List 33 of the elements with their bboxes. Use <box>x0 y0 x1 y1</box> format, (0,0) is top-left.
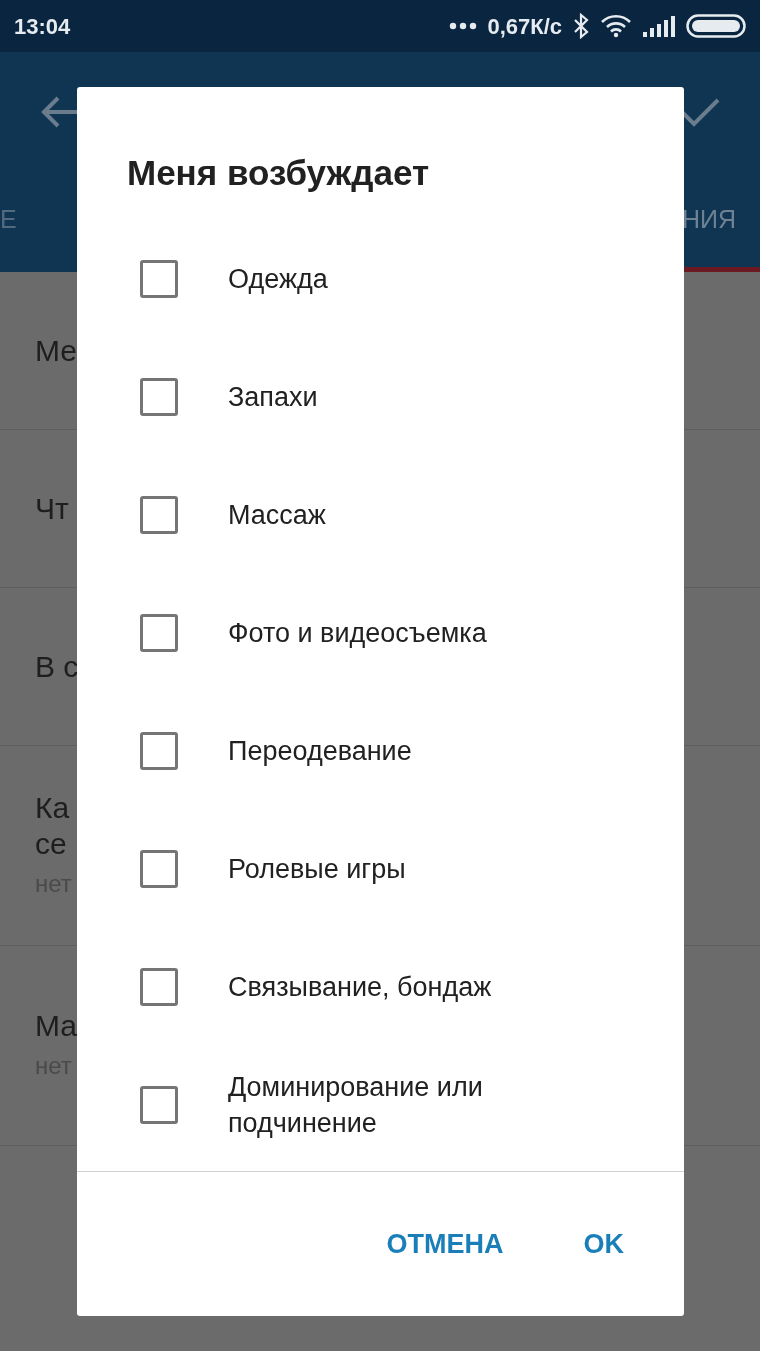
dialog-title: Меня возбуждает <box>126 152 431 194</box>
option-label: Ролевые игры <box>228 852 406 886</box>
list-item-title: В с <box>35 648 79 685</box>
option-label: Переодевание <box>228 734 412 768</box>
option-label: Связывание, бондаж <box>228 970 492 1004</box>
checkbox[interactable] <box>140 1085 178 1124</box>
wifi-icon <box>600 14 632 38</box>
list-item-title: Ка се <box>35 789 70 862</box>
checkbox[interactable] <box>140 377 178 416</box>
option-label: Массаж <box>228 498 326 532</box>
option-label: Запахи <box>228 380 318 414</box>
more-dots-icon <box>449 22 478 30</box>
checkbox[interactable] <box>140 613 178 652</box>
signal-icon <box>642 15 676 37</box>
option-label: Доминирование или подчинение <box>228 1070 483 1140</box>
bluetooth-icon <box>572 13 590 39</box>
checkbox[interactable] <box>140 259 178 298</box>
clock: 13:04 <box>14 12 71 41</box>
back-arrow-icon[interactable] <box>40 95 80 129</box>
option-label: Фото и видеосъемка <box>228 616 487 650</box>
checkbox[interactable] <box>140 967 178 1006</box>
checkbox[interactable] <box>140 849 178 888</box>
battery-icon <box>686 14 746 38</box>
list-item-title: Ме <box>35 332 77 369</box>
network-speed: 0,67К/с <box>487 12 562 41</box>
list-item-title: Чт <box>35 490 69 527</box>
ok-button[interactable]: OK <box>583 1213 624 1275</box>
cancel-button[interactable]: ОТМЕНА <box>386 1213 504 1275</box>
tab[interactable]: Е <box>0 172 37 272</box>
checkbox[interactable] <box>140 495 178 534</box>
option-label: Одежда <box>228 262 328 296</box>
checkbox[interactable] <box>140 731 178 770</box>
list-item-title: Ма <box>35 1007 77 1044</box>
